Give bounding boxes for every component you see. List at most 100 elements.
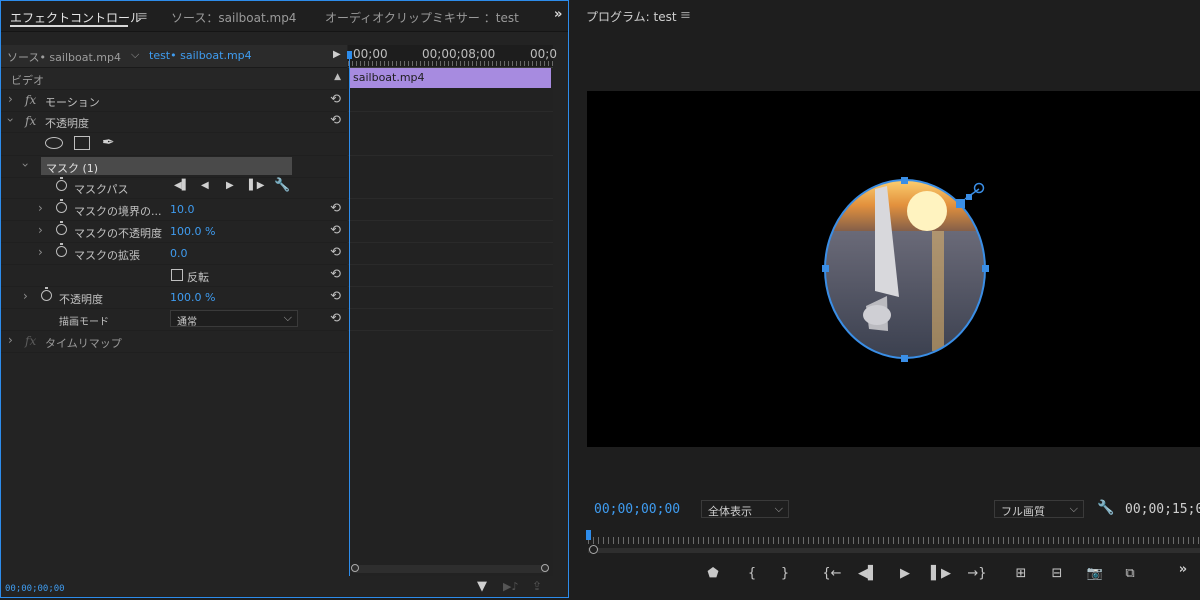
expand-chevron-icon[interactable]: › — [23, 289, 28, 303]
timeline-scrollbar[interactable] — [351, 564, 549, 573]
mask-feather-value[interactable]: 10.0 — [170, 203, 195, 216]
playhead-marker[interactable] — [586, 530, 591, 540]
tab-source[interactable]: ソース：sailboat.mp4 — [171, 9, 296, 26]
opacity-value[interactable]: 100.0 % — [170, 291, 215, 304]
panel-tab-bar: エフェクトコントロール ≡ ソース：sailboat.mp4 オーディオクリップ… — [1, 1, 568, 32]
track-backward-icon[interactable]: ◀ — [201, 180, 209, 191]
go-to-in-icon[interactable]: {← — [821, 566, 843, 581]
property-label: マスクパス — [74, 183, 129, 196]
pen-tool-icon[interactable]: ✒ — [102, 133, 115, 151]
mask-opacity-value[interactable]: 100.0 % — [170, 225, 215, 238]
mask-expansion-value[interactable]: 0.0 — [170, 247, 188, 260]
playhead[interactable] — [349, 55, 350, 576]
play-icon[interactable]: ▶ — [894, 566, 916, 581]
expand-chevron-icon[interactable]: › — [38, 245, 43, 259]
stopwatch-icon[interactable] — [56, 221, 67, 235]
opacity-property-row: › 不透明度 100.0 % ⟲ — [1, 287, 347, 309]
mark-out-icon[interactable]: } — [774, 566, 796, 581]
time-ruler[interactable]: 00;00 00;00;08;00 00;0 — [348, 45, 557, 68]
reset-icon[interactable]: ⟲ — [330, 92, 341, 107]
zoom-scrollbar[interactable] — [588, 548, 1200, 553]
ruler-timecode: 00;00;08;00 — [422, 47, 496, 61]
mask-path-row: マスクパス ◀▌ ◀ ▶ ▌▶ 🔧 — [1, 177, 347, 199]
stopwatch-icon[interactable] — [56, 243, 67, 257]
reset-icon[interactable]: ⟲ — [330, 267, 341, 282]
mask-label: マスク (1) — [46, 162, 99, 175]
stopwatch-icon[interactable] — [56, 199, 67, 213]
collapse-up-icon[interactable]: ▲ — [334, 72, 341, 82]
go-to-out-icon[interactable]: →} — [966, 566, 988, 581]
add-marker-icon[interactable]: ⬟ — [702, 566, 724, 581]
stopwatch-icon[interactable] — [41, 287, 52, 301]
program-timecode[interactable]: 00;00;00;00 — [594, 502, 680, 517]
fx-icon: fx — [25, 334, 37, 348]
comparison-view-icon[interactable]: ⧉ — [1119, 566, 1141, 581]
export-frame-icon[interactable]: 📷 — [1084, 566, 1106, 581]
reset-icon[interactable]: ⟲ — [330, 113, 341, 128]
zoom-handle-left[interactable] — [589, 545, 598, 554]
scrub-ruler[interactable] — [588, 537, 1200, 544]
reset-icon[interactable]: ⟲ — [330, 223, 341, 238]
chevron-down-icon[interactable]: ⌵ — [131, 48, 139, 62]
effect-row-time-remap[interactable]: › fx タイムリマップ — [1, 331, 347, 353]
effect-timeline[interactable]: 00;00 00;00;08;00 00;0 sailboat.mp4 — [347, 45, 557, 576]
grid-line — [348, 242, 553, 243]
quality-dropdown[interactable]: フル画質 ⌵ — [994, 500, 1084, 518]
scroll-handle-right[interactable] — [541, 564, 549, 572]
ellipse-mask-icon[interactable] — [45, 137, 63, 149]
fx-icon[interactable]: fx — [25, 93, 36, 107]
collapse-chevron-icon[interactable]: › — [18, 163, 32, 168]
reset-icon[interactable]: ⟲ — [330, 311, 341, 326]
track-forward-one-icon[interactable]: ▌▶ — [249, 180, 264, 191]
blend-mode-row: 描画モード 通常 ⌵ ⟲ — [1, 309, 347, 331]
filter-icon[interactable]: ▼ — [477, 579, 487, 594]
mask-row[interactable]: › マスク (1) — [1, 156, 347, 178]
more-controls-icon[interactable]: » — [1172, 562, 1194, 577]
sequence-clip-label[interactable]: test• sailboat.mp4 — [149, 49, 252, 62]
panel-menu-icon[interactable]: ≡ — [137, 9, 148, 24]
step-back-icon[interactable]: ◀▌ — [857, 566, 879, 581]
reset-icon[interactable]: ⟲ — [330, 289, 341, 304]
track-forward-icon[interactable]: ▶ — [226, 180, 234, 191]
program-monitor-title[interactable]: プログラム: test — [586, 8, 677, 25]
wrench-icon[interactable]: 🔧 — [274, 178, 290, 193]
reset-icon[interactable]: ⟲ — [330, 201, 341, 216]
wrench-icon[interactable]: 🔧 — [1097, 500, 1114, 516]
clip-bar[interactable]: sailboat.mp4 — [350, 68, 551, 88]
current-timecode[interactable]: 00;00;00;00 — [5, 584, 65, 594]
mark-in-icon[interactable]: { — [741, 566, 763, 581]
collapse-chevron-icon[interactable]: › — [3, 118, 17, 123]
expand-chevron-icon[interactable]: › — [8, 92, 13, 106]
panel-menu-icon[interactable]: ≡ — [680, 8, 691, 23]
track-backward-one-icon[interactable]: ◀▌ — [174, 180, 189, 191]
step-forward-icon[interactable]: ▌▶ — [930, 566, 952, 581]
ruler-timecode: 00;0 — [530, 47, 557, 61]
blend-mode-dropdown[interactable]: 通常 ⌵ — [170, 310, 298, 328]
expand-chevron-icon[interactable]: › — [38, 201, 43, 215]
effect-row-motion[interactable]: › fx モーション ⟲ — [1, 90, 347, 112]
zoom-dropdown[interactable]: 全体表示 ⌵ — [701, 500, 789, 518]
tab-effect-controls[interactable]: エフェクトコントロール — [10, 9, 142, 26]
expand-chevron-icon[interactable]: › — [38, 223, 43, 237]
lift-icon[interactable]: ⊞ — [1010, 566, 1032, 581]
overflow-tabs-icon[interactable]: » — [554, 7, 562, 22]
playhead-handle[interactable] — [347, 51, 352, 59]
rectangle-mask-icon[interactable] — [74, 136, 90, 150]
chevron-down-icon: ⌵ — [283, 311, 292, 324]
invert-checkbox[interactable] — [171, 269, 183, 281]
stopwatch-icon[interactable] — [56, 177, 67, 191]
effect-row-opacity[interactable]: › fx 不透明度 ⟲ — [1, 111, 347, 133]
reset-icon[interactable]: ⟲ — [330, 245, 341, 260]
grid-line — [348, 264, 553, 265]
extract-icon[interactable]: ⊟ — [1046, 566, 1068, 581]
source-clip-label[interactable]: ソース• sailboat.mp4 — [7, 49, 121, 65]
play-clip-icon[interactable]: ▶ — [333, 49, 341, 60]
grid-line — [348, 330, 553, 331]
export-icon: ⇪ — [532, 579, 543, 593]
expand-chevron-icon[interactable]: › — [8, 333, 13, 347]
tab-audio-clip-mixer[interactable]: オーディオクリップミキサー ：test — [325, 9, 519, 26]
video-frame[interactable] — [587, 91, 1200, 447]
effect-name: タイムリマップ — [45, 337, 122, 350]
fx-icon[interactable]: fx — [25, 114, 36, 128]
scroll-handle-left[interactable] — [351, 564, 359, 572]
